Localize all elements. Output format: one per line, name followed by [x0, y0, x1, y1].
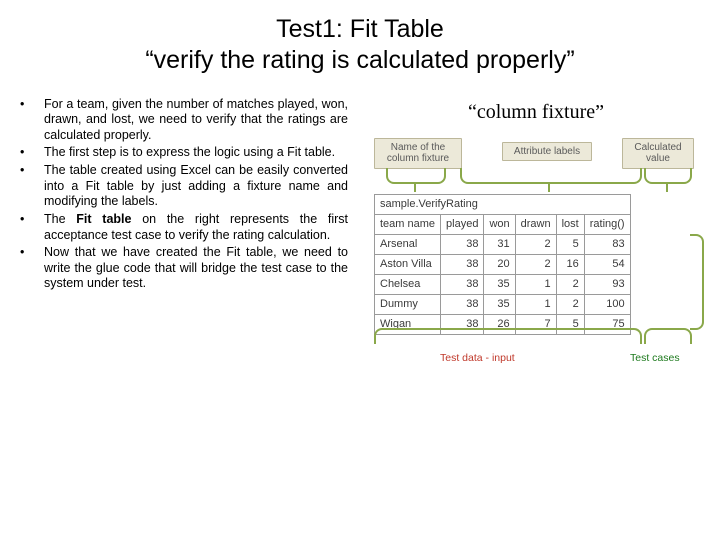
list-item: • The Fit table on the right represents …: [18, 212, 348, 243]
header-cell: team name: [375, 214, 441, 234]
header-cell: played: [441, 214, 484, 234]
table-row: Arsenal 38 31 2 5 83: [375, 234, 631, 254]
callout-calculated-value: Calculated value: [622, 138, 694, 169]
header-cell: won: [484, 214, 515, 234]
brace-icon: [644, 168, 692, 184]
bold-term: Fit table: [76, 212, 131, 226]
fixture-name-cell: sample.VerifyRating: [375, 194, 631, 214]
bullet-dot: •: [18, 245, 44, 259]
list-item: • The table created using Excel can be e…: [18, 163, 348, 210]
bullet-text: The table created using Excel can be eas…: [44, 163, 348, 210]
data-cell: 38: [441, 254, 484, 274]
table-header-row: team name played won drawn lost rating(): [375, 214, 631, 234]
bullet-list-container: • For a team, given the number of matche…: [18, 97, 348, 398]
data-cell: 1: [515, 274, 556, 294]
bullet-dot: •: [18, 163, 44, 177]
data-cell: 38: [441, 274, 484, 294]
table-row: Aston Villa 38 20 2 16 54: [375, 254, 631, 274]
diagram-container: “column fixture” Name of the column fixt…: [348, 97, 712, 398]
header-cell: lost: [556, 214, 584, 234]
data-cell: 35: [484, 294, 515, 314]
slide-body: • For a team, given the number of matche…: [0, 77, 720, 398]
team-cell: Arsenal: [375, 234, 441, 254]
list-item: • For a team, given the number of matche…: [18, 97, 348, 144]
data-cell: 93: [584, 274, 630, 294]
bullet-text: Now that we have created the Fit table, …: [44, 245, 348, 292]
brace-stem-icon: [414, 182, 416, 192]
fit-table-diagram: Name of the column fixture Attribute lab…: [360, 138, 700, 398]
header-cell: drawn: [515, 214, 556, 234]
team-cell: Chelsea: [375, 274, 441, 294]
bullet-dot: •: [18, 145, 44, 159]
data-cell: 20: [484, 254, 515, 274]
data-cell: 2: [515, 234, 556, 254]
brace-icon: [690, 234, 704, 330]
data-cell: 2: [556, 294, 584, 314]
column-fixture-caption: “column fixture”: [360, 101, 712, 124]
bullet-text: For a team, given the number of matches …: [44, 97, 348, 144]
title-line-2: “verify the rating is calculated properl…: [40, 45, 680, 76]
team-cell: Aston Villa: [375, 254, 441, 274]
fixture-name-row: sample.VerifyRating: [375, 194, 631, 214]
data-cell: 38: [441, 294, 484, 314]
table-row: Dummy 38 35 1 2 100: [375, 294, 631, 314]
brace-stem-icon: [548, 182, 550, 192]
callout-attribute-labels: Attribute labels: [502, 142, 592, 162]
data-cell: 54: [584, 254, 630, 274]
data-cell: 2: [515, 254, 556, 274]
slide-title: Test1: Fit Table “verify the rating is c…: [0, 0, 720, 77]
fit-table: sample.VerifyRating team name played won…: [374, 194, 631, 335]
label-test-cases: Test cases: [630, 352, 680, 364]
label-test-data-input: Test data - input: [440, 352, 515, 364]
data-cell: 5: [556, 234, 584, 254]
list-item: • Now that we have created the Fit table…: [18, 245, 348, 292]
data-cell: 83: [584, 234, 630, 254]
data-cell: 100: [584, 294, 630, 314]
header-cell: rating(): [584, 214, 630, 234]
callout-fixture-name: Name of the column fixture: [374, 138, 462, 169]
data-cell: 2: [556, 274, 584, 294]
brace-icon: [386, 168, 446, 184]
bullet-text: The first step is to express the logic u…: [44, 145, 348, 161]
bullet-dot: •: [18, 97, 44, 111]
data-cell: 1: [515, 294, 556, 314]
list-item: • The first step is to express the logic…: [18, 145, 348, 161]
brace-icon: [460, 168, 642, 184]
data-cell: 31: [484, 234, 515, 254]
data-cell: 35: [484, 274, 515, 294]
table-row: Chelsea 38 35 1 2 93: [375, 274, 631, 294]
bullet-dot: •: [18, 212, 44, 226]
brace-icon: [644, 328, 692, 344]
data-cell: 16: [556, 254, 584, 274]
bullet-text: The Fit table on the right represents th…: [44, 212, 348, 243]
data-cell: 38: [441, 234, 484, 254]
brace-stem-icon: [666, 182, 668, 192]
team-cell: Dummy: [375, 294, 441, 314]
title-line-1: Test1: Fit Table: [40, 14, 680, 45]
brace-icon: [374, 328, 642, 344]
bullet-list: • For a team, given the number of matche…: [18, 97, 348, 293]
